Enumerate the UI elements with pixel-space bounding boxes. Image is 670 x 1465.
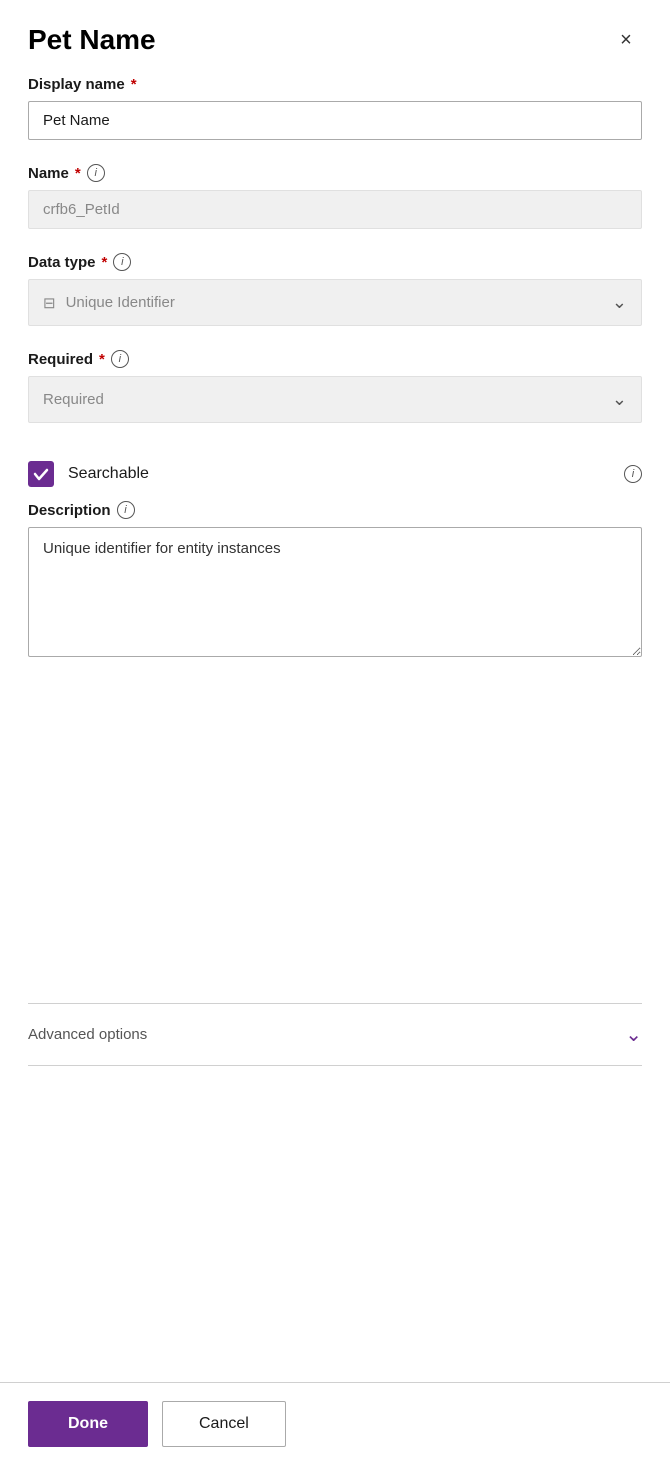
searchable-label: Searchable (68, 465, 610, 483)
required-chevron-icon: ⌄ (612, 389, 627, 410)
advanced-options-label: Advanced options (28, 1026, 147, 1043)
data-type-icon: ⊟ (43, 294, 56, 312)
name-input (28, 190, 642, 229)
data-type-select[interactable]: ⊟ Unique Identifier ⌄ (28, 279, 642, 326)
panel-title: Pet Name (28, 24, 156, 56)
advanced-options-chevron-icon: ⌄ (625, 1022, 642, 1047)
data-type-value: Unique Identifier (66, 294, 175, 311)
required-star: * (99, 351, 105, 368)
searchable-checkbox[interactable] (28, 461, 54, 487)
panel-content: Display name * Name * i Data type * i (0, 76, 670, 1003)
display-name-input[interactable] (28, 101, 642, 140)
cancel-button[interactable]: Cancel (162, 1401, 286, 1447)
checkmark-icon (33, 466, 49, 482)
advanced-options-row[interactable]: Advanced options ⌄ (0, 1004, 670, 1065)
name-info-icon[interactable]: i (87, 164, 105, 182)
display-name-required: * (131, 76, 137, 93)
data-type-info-icon[interactable]: i (113, 253, 131, 271)
data-type-group: Data type * i ⊟ Unique Identifier ⌄ (28, 253, 642, 326)
required-group: Required * i Required ⌄ (28, 350, 642, 423)
name-label: Name * i (28, 164, 642, 182)
required-info-icon[interactable]: i (111, 350, 129, 368)
description-textarea[interactable]: Unique identifier for entity instances (28, 527, 642, 657)
panel-footer: Done Cancel (0, 1382, 670, 1465)
close-button[interactable]: × (610, 24, 642, 56)
required-value: Required (43, 391, 104, 408)
description-info-icon[interactable]: i (117, 501, 135, 519)
name-group: Name * i (28, 164, 642, 229)
searchable-row: Searchable i (28, 447, 642, 501)
required-select[interactable]: Required ⌄ (28, 376, 642, 423)
name-required: * (75, 165, 81, 182)
data-type-chevron-icon: ⌄ (612, 292, 627, 313)
description-group: Description i Unique identifier for enti… (28, 501, 642, 662)
data-type-label: Data type * i (28, 253, 642, 271)
data-type-required: * (102, 254, 108, 271)
panel: Pet Name × Display name * Name * i Data … (0, 0, 670, 1465)
panel-header: Pet Name × (0, 0, 670, 76)
required-label: Required * i (28, 350, 642, 368)
done-button[interactable]: Done (28, 1401, 148, 1447)
display-name-label: Display name * (28, 76, 642, 93)
searchable-info-icon[interactable]: i (624, 465, 642, 483)
description-label: Description i (28, 501, 642, 519)
display-name-group: Display name * (28, 76, 642, 140)
